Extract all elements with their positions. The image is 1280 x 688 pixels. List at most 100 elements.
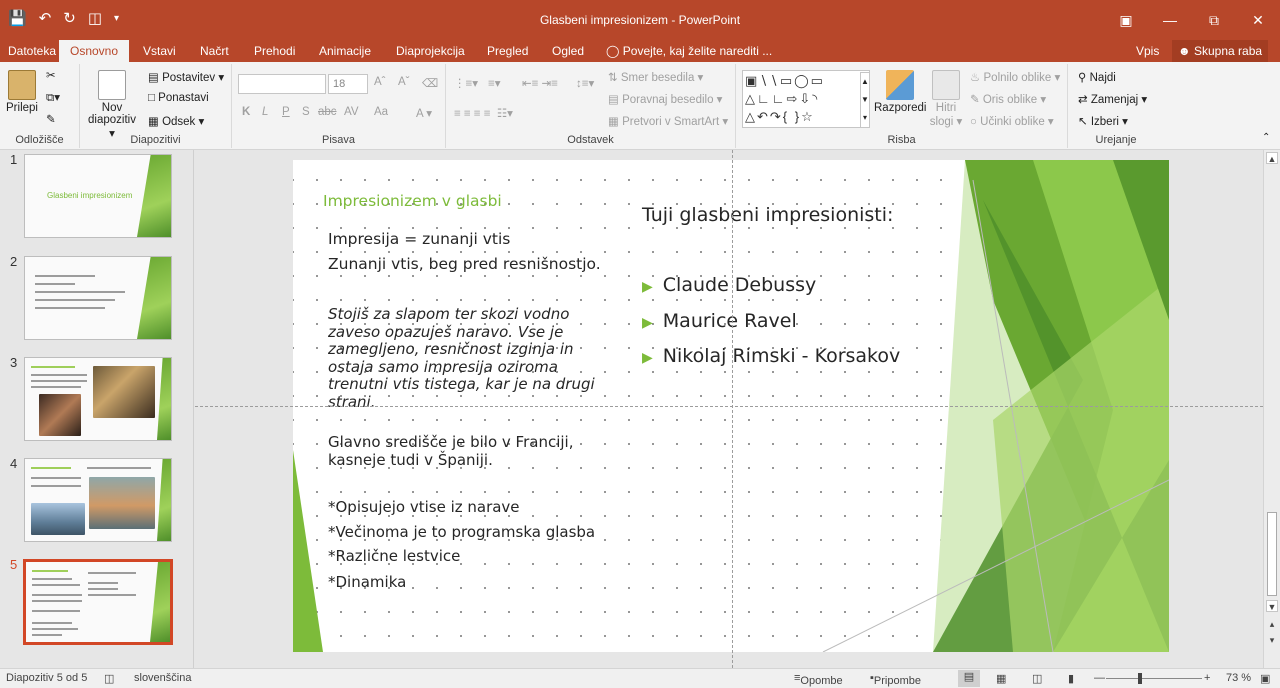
zoom-percent[interactable]: 73 % bbox=[1226, 672, 1251, 684]
find-button[interactable]: ⚲ Najdi bbox=[1078, 70, 1116, 84]
shape-effects-button[interactable]: ○ Učinki oblike ▾ bbox=[970, 114, 1054, 128]
font-size-input[interactable]: 18 bbox=[328, 74, 368, 94]
shape-fill-button[interactable]: ♨ Polnilo oblike ▾ bbox=[970, 70, 1060, 84]
indent-icons[interactable]: ⇤≡ ⇥≡ bbox=[522, 76, 558, 90]
reset-button[interactable]: □ Ponastavi bbox=[148, 92, 209, 104]
slide-thumbnail-2[interactable] bbox=[24, 256, 172, 340]
select-button[interactable]: ↖ Izberi ▾ bbox=[1078, 114, 1128, 128]
slide-thumbnail-5[interactable] bbox=[23, 559, 173, 645]
comments-button[interactable]: ▪ Pripombe bbox=[870, 672, 921, 687]
slide-thumbnail-4[interactable] bbox=[24, 458, 172, 542]
notes-button[interactable]: ≡ Opombe bbox=[794, 672, 843, 687]
slide-text-line[interactable]: Impresija = zunanji vtis bbox=[328, 230, 510, 248]
italic-paragraph[interactable]: Stojiš za slapom ter skozi vodno zaveso … bbox=[328, 305, 595, 411]
shapes-gallery[interactable]: ▣∖∖▭◯▭ △∟∟⇨⇩◝ △↶↷{ }☆ bbox=[742, 70, 870, 128]
align-icons[interactable]: ≡ ≡ ≡ ≡ ☷▾ bbox=[454, 106, 513, 120]
share-button[interactable]: ☻ Skupna raba bbox=[1172, 40, 1269, 62]
window-title: Glasbeni impresionizem - PowerPoint bbox=[539, 13, 741, 27]
center-paragraph[interactable]: Glavno središče je bilo v Franciji, kasn… bbox=[328, 433, 573, 469]
underline-button[interactable]: P bbox=[282, 106, 290, 118]
slide-text-line[interactable]: Zunanji vtis, beg pred resnišnostjo. bbox=[328, 255, 601, 273]
clear-formatting-icon[interactable]: ⌫ bbox=[422, 76, 438, 90]
format-painter-icon[interactable]: ✎ bbox=[46, 112, 56, 126]
composer-item[interactable]: ▶ Maurice Ravel bbox=[642, 310, 797, 332]
tab-file[interactable]: Datoteka bbox=[0, 40, 64, 62]
vertical-scrollbar[interactable]: ▲ ▼ ▴ ▾ bbox=[1263, 150, 1280, 668]
tab-transitions[interactable]: Prehodi bbox=[246, 40, 303, 62]
maximize-button[interactable]: ⧉ bbox=[1192, 0, 1236, 40]
tab-animations[interactable]: Animacije bbox=[311, 40, 379, 62]
next-slide-icon[interactable]: ▾ bbox=[1266, 634, 1278, 646]
italic-line: strani. bbox=[328, 392, 376, 411]
normal-view-icon[interactable]: ▤ bbox=[958, 670, 980, 687]
arrange-button[interactable]: Razporedi bbox=[874, 70, 926, 114]
strikethrough-button[interactable]: abc bbox=[318, 106, 337, 118]
feature-line[interactable]: *Dinamika bbox=[328, 573, 406, 591]
paste-button[interactable]: Prilepi bbox=[4, 70, 40, 114]
tab-slideshow[interactable]: Diaprojekcija bbox=[388, 40, 473, 62]
collapse-ribbon-icon[interactable]: ⌃ bbox=[1262, 132, 1270, 143]
increase-font-icon[interactable]: Aˆ bbox=[374, 76, 386, 88]
tab-design[interactable]: Načrt bbox=[192, 40, 237, 62]
bullets-icon[interactable]: ⋮≡▾ bbox=[454, 76, 478, 90]
horizontal-guide[interactable] bbox=[195, 406, 1263, 407]
italic-button[interactable]: L bbox=[262, 106, 268, 118]
scrollbar-thumb[interactable] bbox=[1267, 512, 1277, 596]
minimize-button[interactable]: — bbox=[1148, 0, 1192, 40]
tab-view[interactable]: Ogled bbox=[544, 40, 592, 62]
reading-view-icon[interactable]: ◫ bbox=[1032, 672, 1042, 685]
slide-thumbnail-1[interactable]: Glasbeni impresionizem bbox=[24, 154, 172, 238]
numbering-icon[interactable]: ≡▾ bbox=[488, 76, 500, 90]
scroll-down-icon[interactable]: ▼ bbox=[1266, 600, 1278, 612]
smartart-button[interactable]: ▦ Pretvori v SmartArt ▾ bbox=[608, 114, 728, 128]
bold-button[interactable]: K bbox=[242, 106, 250, 118]
zoom-slider[interactable] bbox=[1106, 678, 1202, 679]
font-color-button[interactable]: A ▾ bbox=[416, 106, 432, 120]
slideshow-view-icon[interactable]: ▮ bbox=[1068, 672, 1074, 685]
spelling-icon[interactable]: ◫ bbox=[104, 672, 114, 685]
composers-title[interactable]: Tuji glasbeni impresionisti: bbox=[642, 204, 893, 226]
copy-icon[interactable]: ⧉▾ bbox=[46, 90, 60, 105]
zoom-in-icon[interactable]: + bbox=[1204, 672, 1210, 684]
shape-outline-button[interactable]: ✎ Oris oblike ▾ bbox=[970, 92, 1046, 106]
slide-title[interactable]: Impresionizem v glasbi bbox=[323, 192, 502, 210]
slide-sorter-icon[interactable]: ▦ bbox=[996, 672, 1006, 685]
slide-thumbnail-3[interactable] bbox=[24, 357, 172, 441]
composer-item[interactable]: ▶ Nikolaj Rimski - Korsakov bbox=[642, 345, 900, 367]
layout-button[interactable]: ▤ Postavitev ▾ bbox=[148, 70, 224, 84]
fit-to-window-icon[interactable]: ▣ bbox=[1260, 672, 1270, 685]
feature-line[interactable]: *Večinoma je to programska glasba bbox=[328, 523, 595, 541]
text-direction-button[interactable]: ⇅ Smer besedila ▾ bbox=[608, 70, 703, 84]
new-slide-button[interactable]: Nov diapozitiv ▾ bbox=[84, 70, 140, 140]
feature-line[interactable]: *Opisujejo vtise iz narave bbox=[328, 498, 520, 516]
tab-insert[interactable]: Vstavi bbox=[135, 40, 184, 62]
tab-review[interactable]: Pregled bbox=[479, 40, 536, 62]
zoom-out-icon[interactable]: — bbox=[1094, 672, 1105, 684]
font-name-input[interactable] bbox=[238, 74, 326, 94]
tell-me-box[interactable]: ◯ Povejte, kaj želite narediti ... bbox=[606, 40, 772, 62]
shapes-more-icon[interactable]: ▲ ▼ ▾ bbox=[860, 72, 870, 128]
zoom-slider-knob[interactable] bbox=[1138, 673, 1142, 684]
ribbon-display-options-icon[interactable]: ▣ bbox=[1104, 0, 1148, 40]
cut-icon[interactable]: ✂ bbox=[46, 68, 56, 82]
sign-in-link[interactable]: Vpis bbox=[1136, 40, 1159, 62]
shadow-button[interactable]: S bbox=[302, 106, 310, 118]
vertical-guide[interactable] bbox=[732, 150, 733, 668]
tab-home[interactable]: Osnovno bbox=[59, 40, 129, 62]
line-spacing-icon[interactable]: ↕≡▾ bbox=[576, 76, 594, 90]
feature-line[interactable]: *Različne lestvice bbox=[328, 547, 460, 565]
decrease-font-icon[interactable]: Aˇ bbox=[398, 76, 410, 88]
composer-item[interactable]: ▶ Claude Debussy bbox=[642, 274, 816, 296]
close-button[interactable]: ✕ bbox=[1236, 0, 1280, 40]
replace-button[interactable]: ⇄ Zamenjaj ▾ bbox=[1078, 92, 1147, 106]
align-text-button[interactable]: ▤ Poravnaj besedilo ▾ bbox=[608, 92, 722, 106]
scroll-up-icon[interactable]: ▲ bbox=[1266, 152, 1278, 164]
previous-slide-icon[interactable]: ▴ bbox=[1266, 618, 1278, 630]
change-case-button[interactable]: Aa bbox=[374, 106, 388, 118]
char-spacing-button[interactable]: AV bbox=[344, 106, 359, 118]
section-button[interactable]: ▦ Odsek ▾ bbox=[148, 114, 204, 128]
quick-styles-button[interactable]: Hitri slogi ▾ bbox=[926, 70, 966, 128]
italic-line: Stojiš za slapom ter skozi vodno bbox=[328, 305, 570, 323]
italic-line: zamegljeno, resničnost izginja in bbox=[328, 340, 574, 358]
language-indicator[interactable]: slovenščina bbox=[134, 672, 191, 684]
